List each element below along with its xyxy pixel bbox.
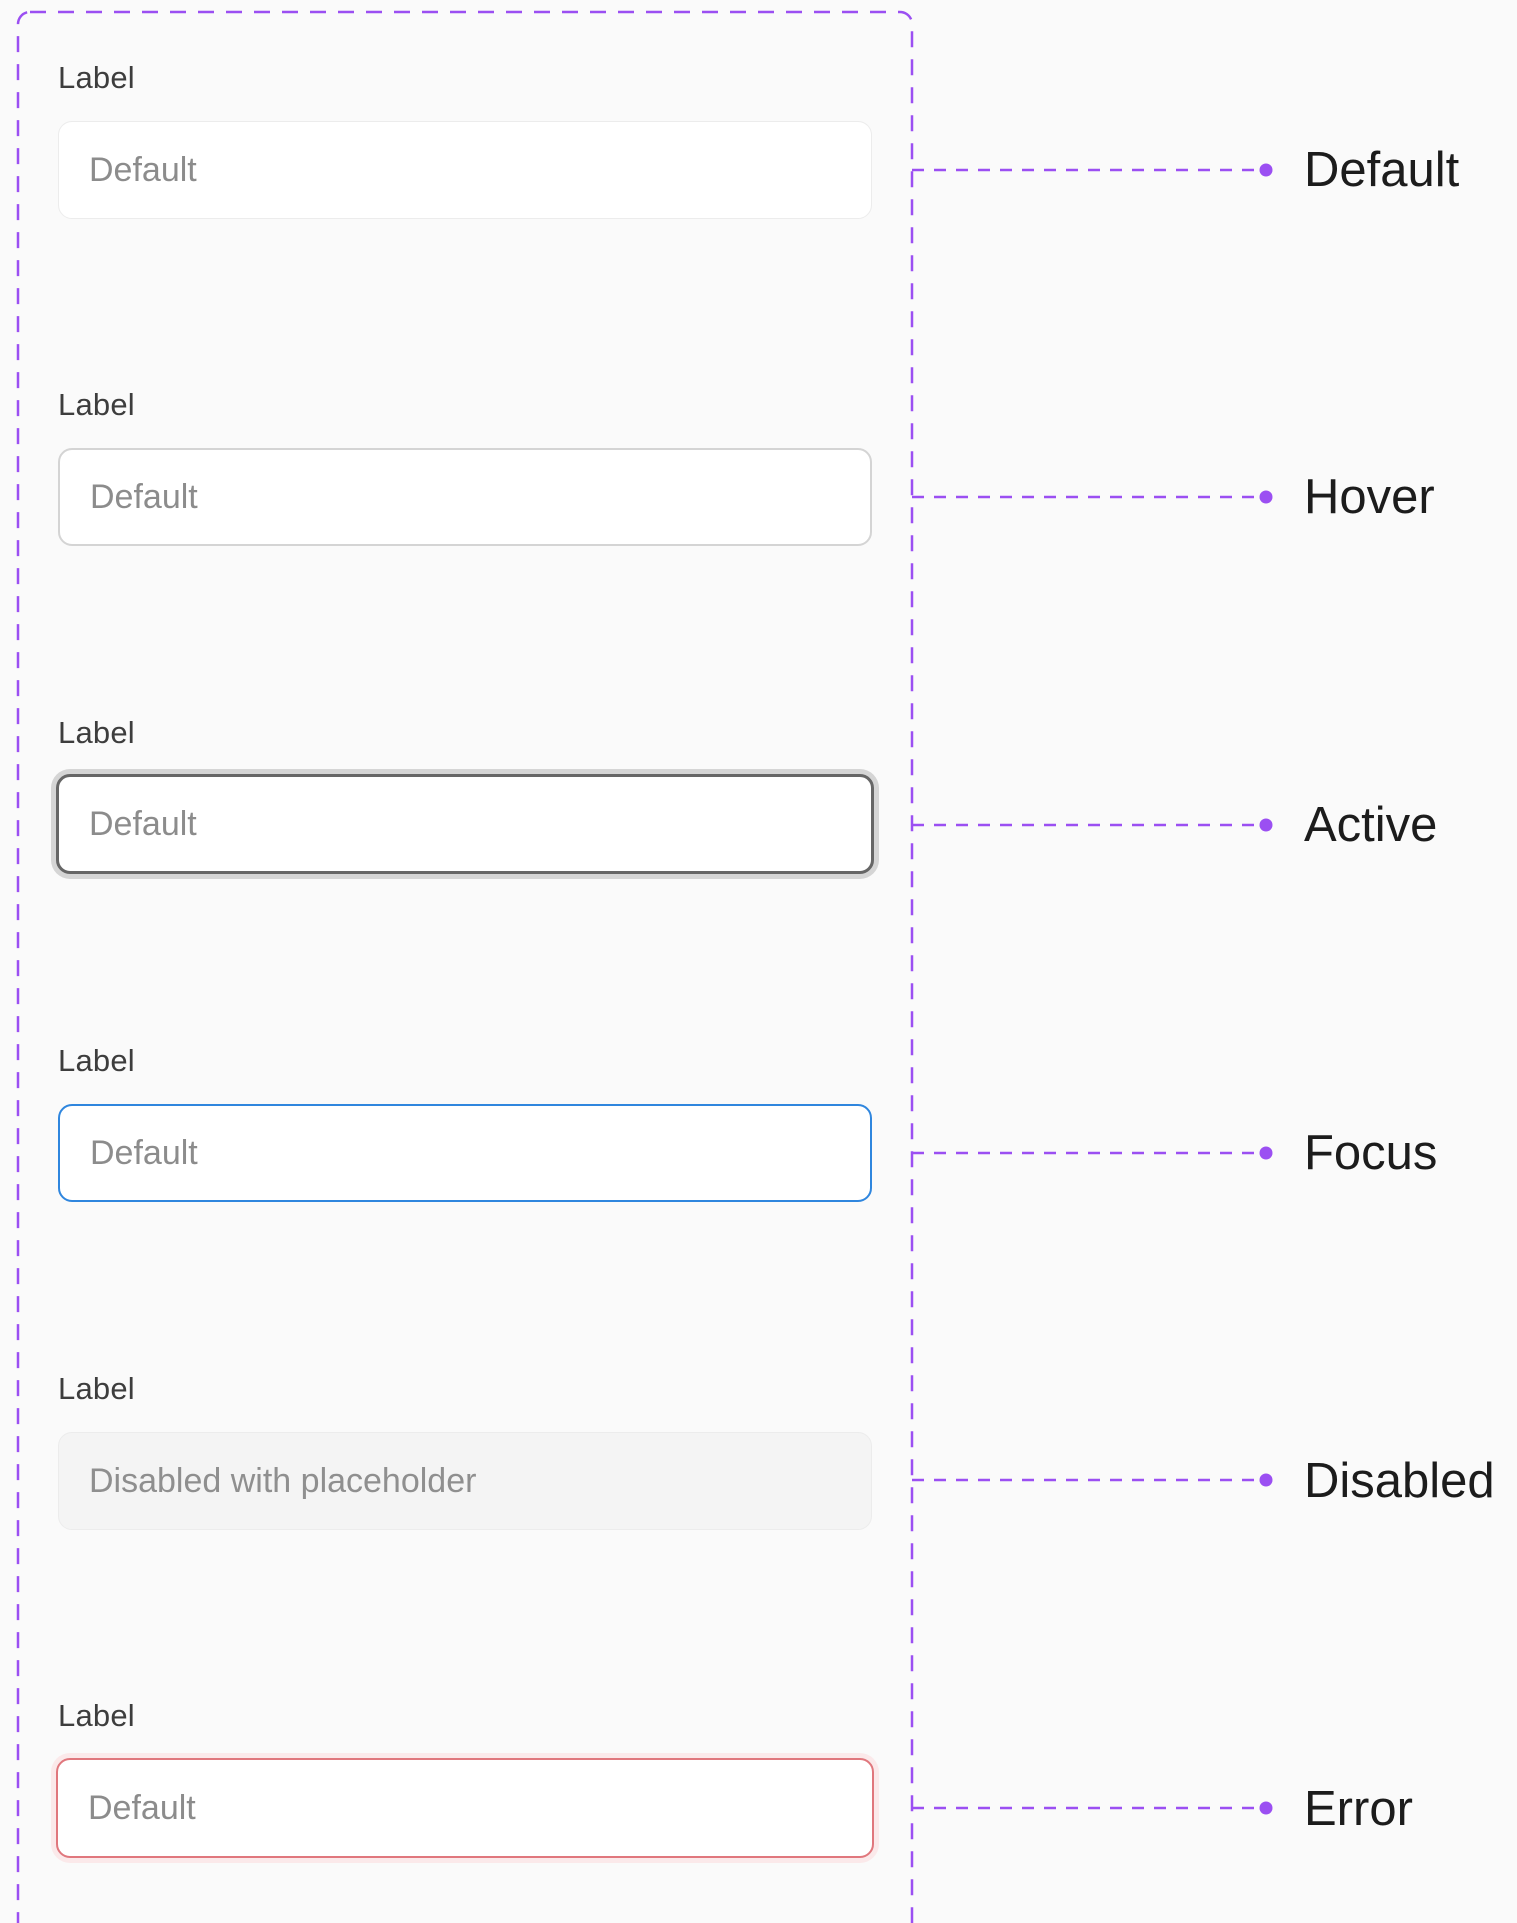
component-frame-border: [16, 10, 914, 1923]
field-label: Label: [58, 387, 135, 422]
field-label: Label: [58, 715, 135, 750]
field-label: Label: [58, 1698, 135, 1733]
field-label: Label: [58, 1043, 135, 1078]
input-placeholder: Disabled with placeholder: [89, 1461, 477, 1500]
field-label: Label: [58, 60, 135, 95]
input-placeholder: Default: [88, 1788, 196, 1827]
connector-dot-error: [1259, 1801, 1273, 1815]
input-states-diagram: Label Default Default Label Default Hove…: [0, 0, 1517, 1923]
hover-input[interactable]: Default: [58, 448, 872, 546]
input-placeholder: Default: [90, 477, 198, 516]
error-input[interactable]: Default: [56, 1758, 874, 1858]
active-input[interactable]: Default: [56, 774, 874, 874]
connector-dot-hover: [1259, 490, 1273, 504]
focus-input[interactable]: Default: [58, 1104, 872, 1202]
state-label-focus: Focus: [1304, 1126, 1438, 1180]
state-label-active: Active: [1304, 798, 1438, 852]
connector-dot-active: [1259, 818, 1273, 832]
state-label-default: Default: [1304, 143, 1460, 197]
connector-dot-focus: [1259, 1146, 1273, 1160]
annotation-overlay: [16, 10, 1273, 1923]
input-placeholder: Default: [90, 1133, 198, 1172]
field-label: Label: [58, 1371, 135, 1406]
state-label-disabled: Disabled: [1304, 1454, 1495, 1508]
state-label-hover: Hover: [1304, 470, 1435, 524]
input-placeholder: Default: [89, 150, 197, 189]
connector-dot-default: [1259, 163, 1273, 177]
connector-dot-disabled: [1259, 1473, 1273, 1487]
connector-group: [912, 163, 1273, 1815]
state-label-error: Error: [1304, 1782, 1413, 1836]
disabled-input: Disabled with placeholder: [58, 1432, 872, 1530]
default-input[interactable]: Default: [58, 121, 872, 219]
input-placeholder: Default: [89, 804, 197, 843]
